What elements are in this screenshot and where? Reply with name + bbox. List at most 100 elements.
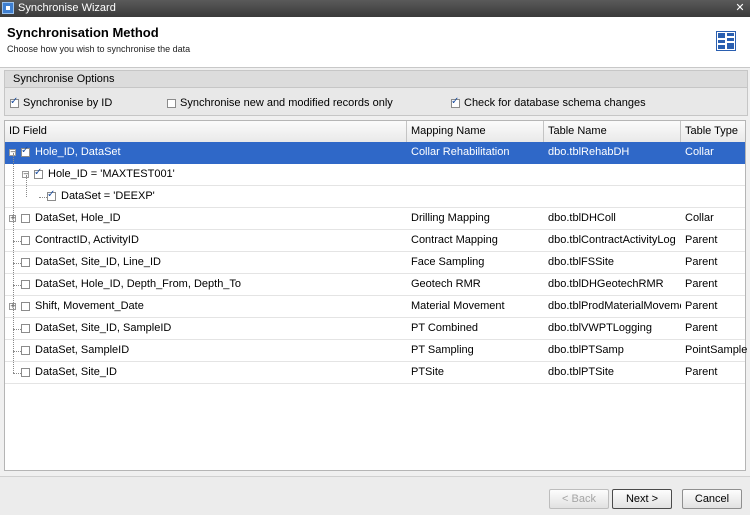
id-field-cell: DataSet, Hole_ID, Depth_From, Depth_To — [35, 278, 242, 290]
table-type-cell: Parent — [685, 234, 718, 246]
table-type-cell: Parent — [685, 256, 718, 268]
mapping-name-cell: Material Movement — [411, 300, 505, 312]
table-type-cell: Parent — [685, 322, 718, 334]
table-row[interactable]: DataSet, Site_ID PTSite dbo.tblPTSite Paren… — [5, 362, 745, 384]
table-type-cell: Parent — [685, 278, 718, 290]
table-row[interactable]: −Hole_ID = 'MAXTEST001' — [5, 164, 745, 186]
grid-header: ID Field Mapping Name Table Name Table T… — [5, 121, 745, 143]
table-name-cell: dbo.tblDHGeotechRMR — [548, 278, 664, 290]
synchronise-by-id-checkbox[interactable] — [10, 96, 19, 108]
tree-connector — [39, 197, 47, 198]
tree-connector — [13, 373, 21, 374]
mapping-grid[interactable]: ID Field Mapping Name Table Name Table T… — [4, 120, 747, 471]
synchronise-new-modified-option[interactable]: Synchronise new and modified records onl… — [167, 96, 393, 110]
id-field-cell: DataSet, Site_ID, SampleID — [35, 322, 172, 334]
table-type-cell: Parent — [685, 300, 718, 312]
table-name-cell: dbo.tblPTSamp — [548, 344, 624, 356]
row-checkbox[interactable] — [21, 258, 30, 267]
mapping-name-cell: Collar Rehabilitation — [411, 146, 510, 158]
mapping-name-cell — [411, 186, 544, 207]
back-button[interactable]: < Back — [549, 489, 609, 509]
table-type-cell — [685, 164, 747, 185]
options-group-header: Synchronise Options — [5, 71, 747, 88]
mapping-name-cell: PT Combined — [411, 322, 479, 334]
mapping-name-cell: Geotech RMR — [411, 278, 481, 290]
table-name-cell — [548, 164, 681, 185]
mapping-name-cell: Contract Mapping — [411, 234, 498, 246]
tree-connector — [13, 329, 21, 330]
tree-connector — [13, 153, 14, 373]
synchronise-by-id-label: Synchronise by ID — [23, 97, 113, 109]
row-checkbox[interactable] — [47, 189, 56, 201]
column-header-table-type[interactable]: Table Type — [681, 121, 745, 142]
table-name-cell: dbo.tblFSSite — [548, 256, 615, 268]
column-header-table-name[interactable]: Table Name — [544, 121, 681, 142]
row-checkbox[interactable] — [21, 145, 30, 157]
id-field-cell: DataSet = 'DEEXP' — [61, 190, 155, 202]
synchronise-options-group: Synchronise Options Synchronise by ID Sy… — [4, 70, 748, 116]
table-row[interactable]: DataSet = 'DEEXP' — [5, 186, 745, 208]
id-field-cell: Hole_ID = 'MAXTEST001' — [48, 168, 175, 180]
cancel-button[interactable]: Cancel — [682, 489, 742, 509]
table-name-cell: dbo.tblVWPTLogging — [548, 322, 652, 334]
synchronise-new-modified-label: Synchronise new and modified records onl… — [180, 97, 393, 109]
table-type-cell: Collar — [685, 146, 714, 158]
window-title: Synchronise Wizard — [18, 2, 116, 14]
table-row[interactable]: DataSet, Hole_ID, Depth_From, Depth_To Ge… — [5, 274, 745, 296]
table-row[interactable]: DataSet, Site_ID, Line_ID Face Sampling db… — [5, 252, 745, 274]
row-checkbox[interactable] — [34, 167, 43, 179]
table-row[interactable]: DataSet, Site_ID, SampleID PT Combined dbo… — [5, 318, 745, 340]
synchronise-new-modified-checkbox[interactable] — [167, 98, 176, 108]
table-type-cell — [685, 186, 747, 207]
id-field-cell: DataSet, Site_ID, Line_ID — [35, 256, 161, 268]
wizard-header: Synchronisation Method Choose how you wi… — [0, 17, 750, 68]
table-type-cell: Parent — [685, 366, 718, 378]
app-icon — [2, 2, 14, 14]
title-bar: Synchronise Wizard ✕ — [0, 0, 750, 17]
table-row[interactable]: + Shift, Movement_Date Material Movement db… — [5, 296, 745, 318]
synchronise-by-id-option[interactable]: Synchronise by ID — [10, 96, 112, 110]
row-checkbox[interactable] — [21, 368, 30, 377]
schema-changes-checkbox[interactable] — [451, 96, 460, 108]
table-row[interactable]: + DataSet, Hole_ID Drilling Mapping dbo.tbl… — [5, 208, 745, 230]
id-field-cell: DataSet, Site_ID — [35, 366, 117, 378]
table-name-cell: dbo.tblPTSite — [548, 366, 615, 378]
wizard-footer: < Back Next > Cancel — [0, 476, 750, 515]
table-row[interactable]: ContractID, ActivityID Contract Mapping db… — [5, 230, 745, 252]
page-subtitle: Choose how you wish to synchronise the d… — [7, 44, 191, 54]
table-name-cell — [548, 186, 681, 207]
mapping-name-cell: Drilling Mapping — [411, 212, 490, 224]
mapping-name-cell — [411, 164, 544, 185]
tree-connector — [13, 351, 21, 352]
id-field-cell: DataSet, SampleID — [35, 344, 130, 356]
row-checkbox[interactable] — [21, 280, 30, 289]
id-field-cell: Shift, Movement_Date — [35, 300, 144, 312]
row-checkbox[interactable] — [21, 236, 30, 245]
column-header-id-field[interactable]: ID Field — [5, 121, 407, 142]
mapping-name-cell: PT Sampling — [411, 344, 474, 356]
tree-connector — [13, 263, 21, 264]
column-header-mapping-name[interactable]: Mapping Name — [407, 121, 544, 142]
row-checkbox[interactable] — [21, 214, 30, 223]
next-button[interactable]: Next > — [612, 489, 672, 509]
table-name-cell: dbo.tblDHColl — [548, 212, 616, 224]
row-checkbox[interactable] — [21, 324, 30, 333]
row-checkbox[interactable] — [21, 346, 30, 355]
tree-connector — [13, 241, 21, 242]
tree-connector — [13, 285, 21, 286]
close-window-button[interactable]: ✕ — [732, 0, 748, 17]
options-group-title: Synchronise Options — [13, 73, 115, 85]
table-row[interactable]: −Hole_ID, DataSetCollar Rehabilitationdb… — [5, 142, 745, 164]
row-checkbox[interactable] — [21, 302, 30, 311]
mapping-name-cell: PTSite — [411, 366, 445, 378]
schema-changes-label: Check for database schema changes — [464, 97, 646, 109]
table-name-cell: dbo.tblRehabDH — [548, 146, 630, 158]
id-field-cell: Hole_ID, DataSet — [35, 146, 121, 158]
table-name-cell: dbo.tblContractActivityLog — [548, 234, 676, 246]
tree-connector — [26, 175, 27, 197]
schema-changes-option[interactable]: Check for database schema changes — [451, 96, 646, 110]
table-name-cell: dbo.tblProdMaterialMovement — [548, 300, 681, 312]
id-field-cell: DataSet, Hole_ID — [35, 212, 121, 224]
table-row[interactable]: DataSet, SampleID PT Sampling dbo.tblPTSam… — [5, 340, 747, 362]
mapping-name-cell: Face Sampling — [411, 256, 485, 268]
